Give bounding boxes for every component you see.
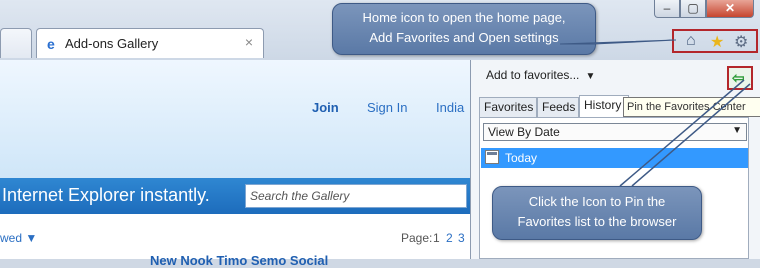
callout1-pointer — [559, 39, 677, 45]
callout2-pointer-2 — [631, 83, 751, 187]
callout2-pointer-1 — [619, 79, 745, 187]
callout-pointers — [559, 39, 751, 187]
